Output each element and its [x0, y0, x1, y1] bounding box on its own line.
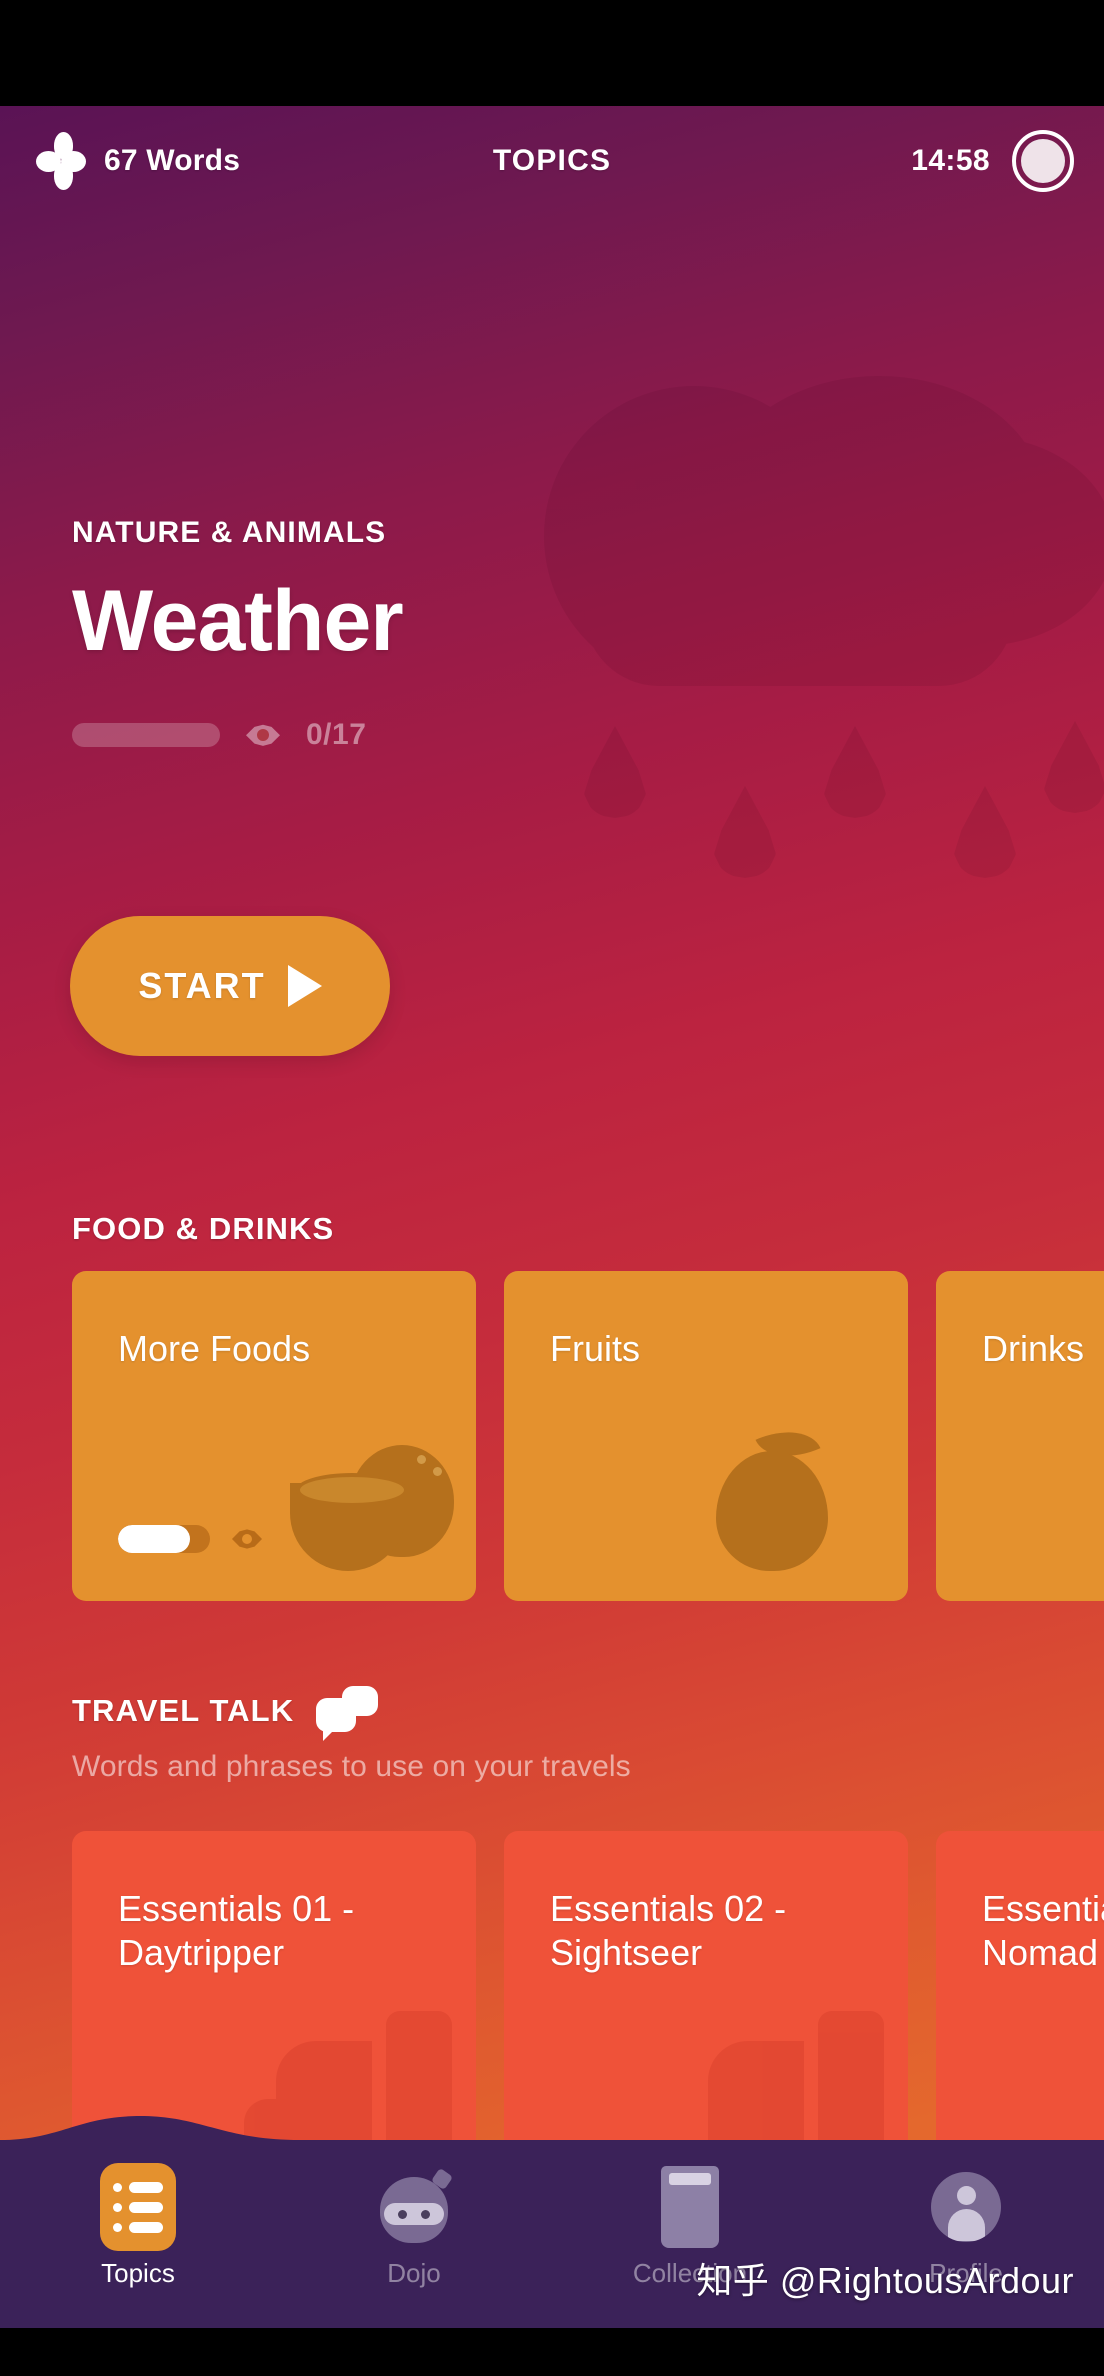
- app-bar: 67 Words TOPICS 14:58: [0, 106, 1104, 216]
- topic-card[interactable]: Essentials 02 - Sightseer: [504, 1831, 908, 2161]
- start-button[interactable]: START: [70, 916, 390, 1056]
- hero-progress-bar: [72, 723, 220, 748]
- topic-card[interactable]: Essentials 03 - Nomad: [936, 1831, 1104, 2161]
- hero-progress-count: 0/17: [306, 718, 367, 752]
- play-icon: [287, 965, 322, 1007]
- topic-card-title: Essentials 03 - Nomad: [982, 1888, 1104, 1973]
- card-row-food[interactable]: More Foods Fruits Drinks: [0, 1271, 1104, 1601]
- topic-card-title: Fruits: [550, 1328, 640, 1369]
- nav-hump-decoration: [0, 2114, 1104, 2148]
- clock-label: 14:58: [911, 144, 990, 177]
- section-title-label: TRAVEL TALK: [72, 1693, 295, 1728]
- list-icon: [100, 2163, 176, 2251]
- topic-card-title: Essentials 02 - Sightseer: [550, 1888, 787, 1973]
- topic-progress-bar: [118, 1525, 210, 1553]
- scroll-container[interactable]: 67 Words TOPICS 14:58 NATURE & ANIMALS W…: [0, 106, 1104, 2328]
- topic-card[interactable]: Fruits: [504, 1271, 908, 1601]
- bottom-black-bar: [0, 2328, 1104, 2376]
- featured-topic-hero: NATURE & ANIMALS Weather 0/17 START: [0, 216, 1104, 1216]
- topic-card-title: Drinks: [982, 1328, 1085, 1369]
- ninja-icon: [376, 2164, 454, 2250]
- hero-category-label: NATURE & ANIMALS: [72, 516, 387, 549]
- section-title: FOOD & DRINKS: [72, 1211, 334, 1247]
- hero-progress: 0/17: [72, 718, 772, 752]
- nav-item-topics[interactable]: Topics: [0, 2148, 276, 2328]
- hero-title: Weather: [72, 573, 404, 669]
- card-row-travel[interactable]: Essentials 01 - Daytripper Essentials 02…: [0, 1831, 1104, 2161]
- avatar[interactable]: [1012, 130, 1074, 192]
- topic-card-title: Essentials 01 - Daytripper: [118, 1888, 355, 1973]
- section-title-label: FOOD & DRINKS: [72, 1211, 335, 1246]
- hero-text: NATURE & ANIMALS Weather 0/17: [72, 516, 772, 752]
- topic-card[interactable]: Essentials 01 - Daytripper: [72, 1831, 476, 2161]
- section-header-travel: TRAVEL TALK Words and phrases to use on …: [72, 1686, 972, 1784]
- eye-icon: [246, 724, 280, 746]
- nav-label-dojo: Dojo: [387, 2258, 441, 2288]
- eye-icon: [232, 1529, 262, 1549]
- phone-screen: 67 Words TOPICS 14:58 NATURE & ANIMALS W…: [0, 0, 1104, 2376]
- apple-icon: [708, 1417, 838, 1571]
- person-icon: [931, 2164, 1001, 2250]
- topic-card[interactable]: More Foods: [72, 1271, 476, 1601]
- section-title: TRAVEL TALK: [72, 1686, 972, 1741]
- app-bar-right: 14:58: [911, 130, 1074, 192]
- section-subtitle: Words and phrases to use on your travels: [72, 1750, 631, 1783]
- section-header-food: FOOD & DRINKS: [72, 1211, 334, 1247]
- topic-card-title: More Foods: [118, 1328, 311, 1369]
- nav-label-topics: Topics: [101, 2258, 175, 2288]
- nav-item-dojo[interactable]: Dojo: [276, 2148, 552, 2328]
- book-icon: [661, 2164, 719, 2250]
- watermark: 知乎 @RightousArdour: [696, 2260, 1074, 2301]
- topic-card-progress: [118, 1525, 262, 1553]
- coconut-icon: [284, 1441, 454, 1571]
- status-bar: [0, 0, 1104, 106]
- topic-card[interactable]: Drinks: [936, 1271, 1104, 1601]
- start-button-label: START: [138, 965, 266, 1006]
- speech-bubbles-icon: [316, 1686, 379, 1741]
